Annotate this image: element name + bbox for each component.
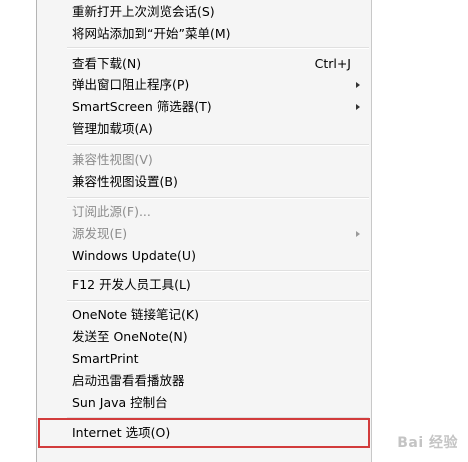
menu-separator (67, 197, 369, 199)
menu-item-xunlei-player[interactable]: 启动迅雷看看播放器 (37, 371, 371, 391)
menu-item-label: SmartScreen 筛选器(T) (72, 99, 212, 114)
menu-item-send-to-onenote[interactable]: 发送至 OneNote(N) (37, 327, 371, 347)
menu-item-onenote-linked-notes[interactable]: OneNote 链接笔记(K) (37, 305, 371, 325)
submenu-arrow-icon (356, 104, 360, 110)
menu-item-sun-java-console[interactable]: Sun Java 控制台 (37, 393, 371, 413)
menu-item-subscribe-feed: 订阅此源(F)... (37, 202, 371, 222)
menu-item-shortcut: Ctrl+J (314, 56, 351, 71)
menu-separator (67, 300, 369, 302)
menu-item-manage-addons[interactable]: 管理加载项(A) (37, 119, 371, 139)
highlight-box (38, 418, 370, 448)
menu-item-reopen-last-session[interactable]: 重新打开上次浏览会话(S) (37, 2, 371, 22)
submenu-arrow-icon (356, 82, 360, 88)
menu-item-compatibility-view-settings[interactable]: 兼容性视图设置(B) (37, 172, 371, 192)
menu-item-popup-blocker[interactable]: 弹出窗口阻止程序(P) (37, 75, 371, 95)
menu-separator (67, 270, 369, 272)
menu-item-label: Windows Update(U) (72, 248, 196, 263)
menu-item-label: 启动迅雷看看播放器 (72, 373, 185, 388)
menu-item-label: 订阅此源(F)... (72, 204, 151, 219)
menu-item-compatibility-view: 兼容性视图(V) (37, 150, 371, 170)
menu-item-label: 源发现(E) (72, 226, 128, 241)
menu-item-f12-developer-tools[interactable]: F12 开发人员工具(L) (37, 275, 371, 295)
menu-item-label: 弹出窗口阻止程序(P) (72, 77, 190, 92)
menu-item-label: 查看下载(N) (72, 56, 142, 71)
baidu-watermark: Bai 经验 (397, 435, 458, 451)
menu-item-label: Sun Java 控制台 (72, 395, 168, 410)
menu-item-label: SmartPrint (72, 351, 139, 366)
menu-item-label: 管理加载项(A) (72, 121, 153, 136)
menu-item-smartscreen-filter[interactable]: SmartScreen 筛选器(T) (37, 97, 371, 117)
menu-separator (67, 144, 369, 146)
submenu-arrow-icon (356, 231, 360, 237)
menu-item-label: 兼容性视图设置(B) (72, 174, 178, 189)
tools-context-menu: 重新打开上次浏览会话(S) 将网站添加到“开始”菜单(M) 查看下载(N) Ct… (36, 0, 372, 462)
menu-item-label: F12 开发人员工具(L) (72, 277, 191, 292)
menu-item-add-site-to-start[interactable]: 将网站添加到“开始”菜单(M) (37, 24, 371, 44)
menu-item-smartprint[interactable]: SmartPrint (37, 349, 371, 369)
menu-item-view-downloads[interactable]: 查看下载(N) Ctrl+J (37, 54, 371, 74)
menu-item-label: 将网站添加到“开始”菜单(M) (72, 26, 231, 41)
menu-item-label: 重新打开上次浏览会话(S) (72, 4, 215, 19)
menu-item-label: 发送至 OneNote(N) (72, 329, 188, 344)
menu-item-label: OneNote 链接笔记(K) (72, 307, 199, 322)
menu-separator (67, 47, 369, 49)
menu-item-feed-discovery: 源发现(E) (37, 224, 371, 244)
menu-item-label: 兼容性视图(V) (72, 152, 153, 167)
menu-item-windows-update[interactable]: Windows Update(U) (37, 246, 371, 266)
